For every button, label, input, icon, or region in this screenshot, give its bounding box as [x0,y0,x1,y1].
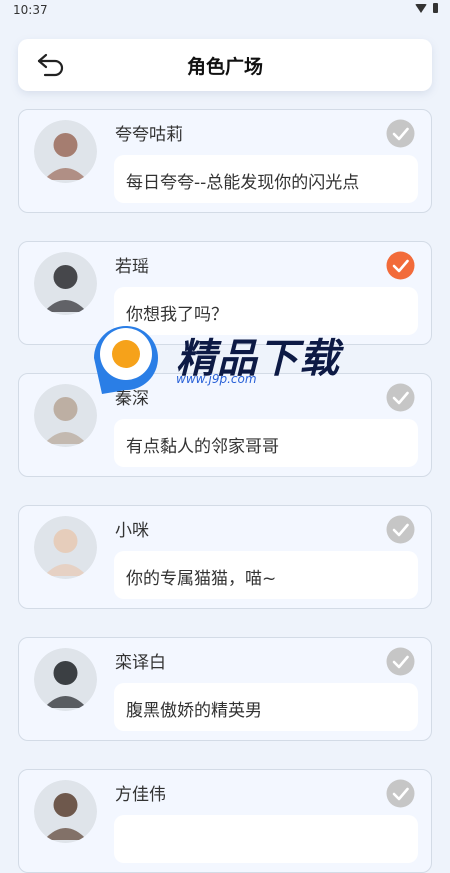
checked-icon[interactable] [386,251,415,280]
role-description: 腹黑傲娇的精英男 [126,701,262,721]
role-name: 秦深 [115,389,149,409]
role-card[interactable]: 秦深有点黏人的邻家哥哥 [18,373,432,477]
page-title: 角色广场 [186,56,263,78]
role-description-box: 每日夸夸--总能发现你的闪光点 [114,155,418,203]
avatar [34,648,97,711]
unchecked-icon[interactable] [386,779,415,808]
role-description-box: 有点黏人的邻家哥哥 [114,419,418,467]
avatar [34,384,97,447]
role-description-box: 你想我了吗？ [114,287,418,335]
avatar [34,516,97,579]
unchecked-icon[interactable] [386,647,415,676]
role-description: 有点黏人的邻家哥哥 [126,437,279,457]
role-description-box: 腹黑傲娇的精英男 [114,683,418,731]
role-description: 每日夸夸--总能发现你的闪光点 [126,173,360,193]
role-name: 栾译白 [115,653,166,673]
role-name: 若瑶 [115,257,149,277]
unchecked-icon[interactable] [386,515,415,544]
role-description: 你的专属猫猫，喵~ [126,569,277,589]
battery-icon [433,3,438,13]
avatar [34,252,97,315]
role-description: 你想我了吗？ [126,305,228,325]
role-card[interactable]: 方佳伟 [18,769,432,873]
header-bar: 角色广场 [18,39,432,91]
avatar [34,780,97,843]
role-name: 方佳伟 [115,785,166,805]
avatar [34,120,97,183]
role-card[interactable]: 夸夸咕莉每日夸夸--总能发现你的闪光点 [18,109,432,213]
unchecked-icon[interactable] [386,383,415,412]
role-name: 小咪 [115,521,149,541]
status-icons [415,3,438,13]
role-card[interactable]: 若瑶你想我了吗？ [18,241,432,345]
wifi-icon [415,3,427,13]
status-time: 10:37 [13,3,48,17]
role-card[interactable]: 小咪你的专属猫猫，喵~ [18,505,432,609]
role-name: 夸夸咕莉 [115,125,183,145]
role-description-box: 你的专属猫猫，喵~ [114,551,418,599]
role-card[interactable]: 栾译白腹黑傲娇的精英男 [18,637,432,741]
role-description-box [114,815,418,863]
unchecked-icon[interactable] [386,119,415,148]
status-bar: 10:37 [0,0,450,22]
